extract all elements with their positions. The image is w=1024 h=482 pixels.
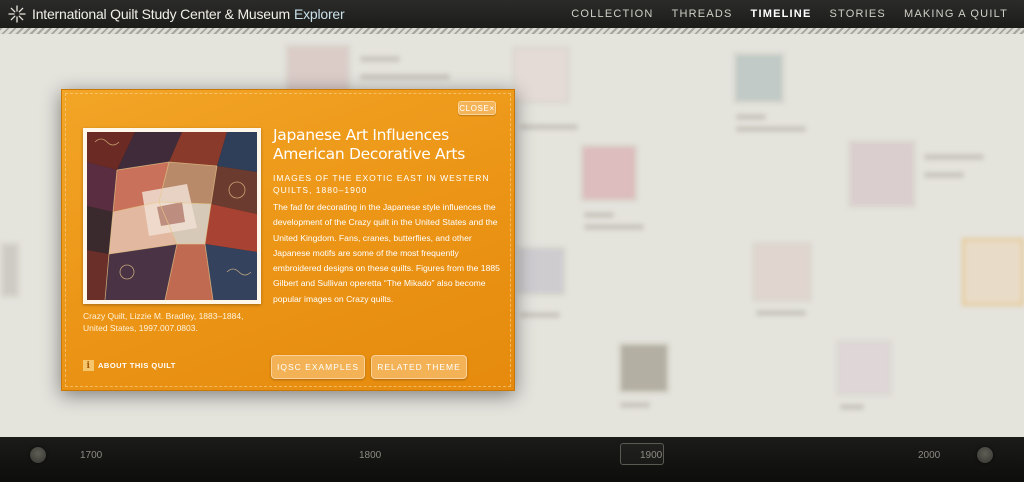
nav-stories[interactable]: STORIES (829, 8, 886, 20)
close-button[interactable]: CLOSE× (458, 101, 496, 115)
about-this-quilt-label: ABOUT THIS QUILT (98, 361, 176, 370)
background-quilt-thumbnail (836, 340, 892, 396)
background-quilt-thumbnail (618, 342, 670, 394)
nav-timeline[interactable]: TIMELINE (751, 8, 812, 20)
theme-detail-modal: CLOSE× Crazy Quilt, Lizzie M. Bradley, 1… (61, 89, 515, 391)
about-this-quilt-link[interactable]: i ABOUT THIS QUILT (83, 360, 176, 371)
background-quilt-thumbnail (733, 52, 785, 104)
theme-description: The fad for decorating in the Japanese s… (273, 202, 500, 304)
crazy-quilt-image (87, 132, 257, 300)
timeline-year[interactable]: 1800 (359, 450, 381, 461)
timeline-right-arrow-icon[interactable] (977, 447, 993, 463)
sunburst-logo-icon[interactable] (8, 5, 26, 23)
site-title-text: International Quilt Study Center & Museu… (32, 6, 290, 22)
background-quilt-thumbnail (516, 246, 566, 296)
timeline-year[interactable]: 2000 (918, 450, 940, 461)
background-quilt-thumbnail (0, 242, 20, 298)
info-icon: i (83, 360, 94, 371)
nav-threads[interactable]: THREADS (672, 8, 733, 20)
background-quilt-thumbnail (580, 144, 638, 202)
quilt-caption: Crazy Quilt, Lizzie M. Bradley, 1883–188… (83, 311, 244, 333)
background-quilt-thumbnail (285, 44, 351, 94)
timeline-left-arrow-icon[interactable] (30, 447, 46, 463)
related-theme-button[interactable]: RELATED THEME (371, 355, 467, 379)
theme-subtitle: IMAGES OF THE EXOTIC EAST IN WESTERN QUI… (273, 173, 490, 195)
quilt-image[interactable] (83, 128, 261, 304)
background-quilt-thumbnail (962, 238, 1024, 306)
timeline-year[interactable]: 1900 (640, 450, 662, 461)
background-quilt-thumbnail (512, 46, 570, 104)
header-bar: International Quilt Study Center & Museu… (0, 0, 1024, 28)
nav-collection[interactable]: COLLECTION (571, 8, 653, 20)
timeline-year[interactable]: 1700 (80, 450, 102, 461)
theme-title: Japanese Art Influences American Decorat… (273, 126, 465, 163)
background-quilt-thumbnail (752, 242, 812, 302)
nav-making-a-quilt[interactable]: MAKING A QUILT (904, 8, 1008, 20)
iqsc-examples-button[interactable]: IQSC EXAMPLES (271, 355, 365, 379)
timeline-bar[interactable]: 1700 1800 1900 2000 (0, 437, 1024, 482)
background-quilt-thumbnail (848, 140, 916, 208)
main-nav: COLLECTION THREADS TIMELINE STORIES MAKI… (571, 0, 1008, 28)
explorer-label: Explorer (293, 6, 345, 22)
site-title[interactable]: International Quilt Study Center & Museu… (32, 6, 345, 22)
